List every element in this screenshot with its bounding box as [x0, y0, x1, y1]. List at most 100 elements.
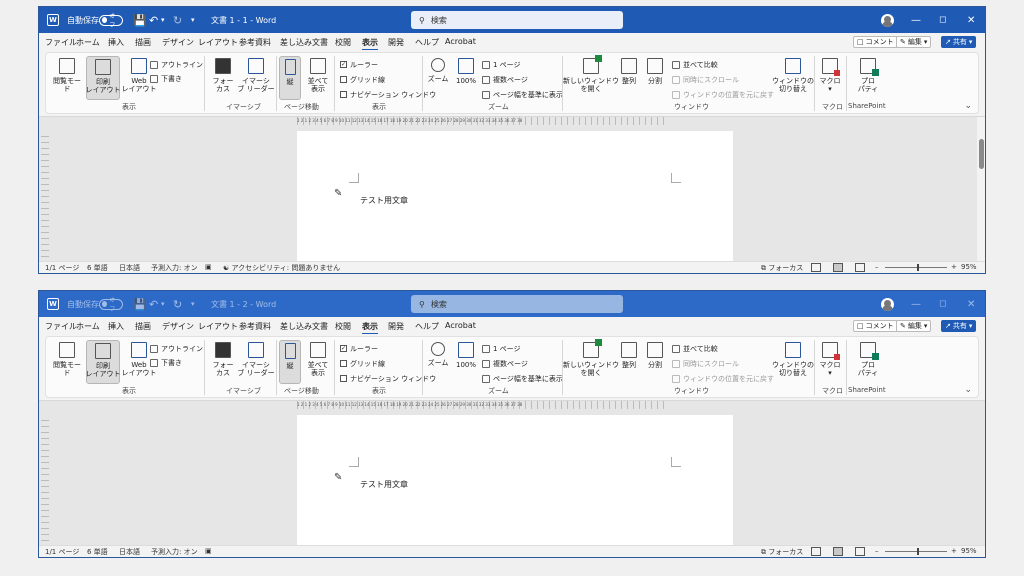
undo-icon[interactable]: ↶ [149, 7, 158, 33]
close-icon[interactable]: ✕ [967, 7, 975, 33]
zoom-100-button[interactable]: 100% [452, 340, 480, 384]
tab-file[interactable]: ファイル [45, 37, 77, 48]
word-count[interactable]: 6 単語 [87, 263, 108, 273]
save-icon[interactable]: 💾 [133, 291, 147, 317]
text-predictions-status[interactable]: 予測入力: オン [151, 547, 198, 557]
new-window-button[interactable]: 新しいウィンドウ を開く [563, 55, 619, 100]
tab-insert[interactable]: 挿入 [108, 321, 124, 332]
tab-home[interactable]: ホーム [76, 37, 100, 48]
synchronous-scrolling-button[interactable]: 同時にスクロール [672, 74, 739, 85]
draft-button[interactable]: 下書き [150, 357, 182, 368]
zoom-level[interactable]: 95% [961, 263, 977, 271]
macros-button[interactable]: マクロ ▾ [816, 56, 844, 100]
tab-view[interactable]: 表示 [362, 321, 378, 335]
account-avatar[interactable] [881, 7, 894, 33]
outline-button[interactable]: アウトライン [150, 343, 203, 354]
customize-qat-icon[interactable]: ▾ [191, 7, 195, 33]
zoom-in-button[interactable]: + [951, 263, 957, 271]
read-mode-button[interactable]: 閲覧モード [50, 56, 84, 100]
tab-draw[interactable]: 描画 [135, 37, 151, 48]
print-layout-button[interactable]: 印刷 レイアウト [86, 340, 121, 384]
vertical-scrollbar[interactable] [977, 117, 985, 269]
print-layout-view-button[interactable] [833, 263, 843, 272]
vertical-ruler[interactable] [41, 415, 49, 553]
switch-windows-button[interactable]: ウィンドウの 切り替え [772, 56, 814, 100]
undo-icon[interactable]: ↶ [149, 291, 158, 317]
arrange-all-button[interactable]: 整列 [616, 56, 642, 100]
tab-draw[interactable]: 描画 [135, 321, 151, 332]
reset-window-position-button[interactable]: ウィンドウの位置を元に戻す [672, 373, 774, 384]
focus-button[interactable]: フォー カス [206, 340, 240, 384]
tab-layout[interactable]: レイアウト [198, 37, 238, 48]
zoom-out-button[interactable]: – [875, 263, 879, 271]
tab-layout[interactable]: レイアウト [198, 321, 238, 332]
scrollbar-thumb[interactable] [979, 139, 984, 169]
redo-icon[interactable]: ↻ [173, 291, 182, 317]
properties-button[interactable]: プロ パティ [852, 56, 884, 100]
ruler-checkbox[interactable]: ✓ ルーラー [340, 343, 378, 354]
outline-button[interactable]: アウトライン [150, 59, 203, 70]
comments-button[interactable]: □ コメント [853, 320, 898, 332]
split-button[interactable]: 分割 [642, 340, 668, 384]
undo-dropdown-icon[interactable]: ▾ [161, 7, 165, 33]
print-layout-button[interactable]: 印刷 レイアウト [86, 56, 121, 100]
comments-button[interactable]: □ コメント [853, 36, 898, 48]
macro-record-icon[interactable]: ▣ [205, 263, 212, 271]
tab-view[interactable]: 表示 [362, 37, 378, 51]
document-page[interactable]: ✎ テスト用文章 [297, 415, 733, 553]
print-layout-view-button[interactable] [833, 547, 843, 556]
draft-button[interactable]: 下書き [150, 73, 182, 84]
share-button[interactable]: ↗ 共有 ▾ [941, 36, 977, 48]
zoom-slider[interactable] [885, 264, 947, 271]
collapse-ribbon-icon[interactable]: ⌄ [964, 101, 972, 111]
page-count[interactable]: 1/1 ページ [45, 547, 79, 557]
word-count[interactable]: 6 単語 [87, 547, 108, 557]
properties-button[interactable]: プロ パティ [852, 340, 884, 384]
document-area[interactable]: 1 2 1 2 3 4 5 6 7 8 9 10 11 12 13 14 15 … [39, 117, 985, 269]
tab-design[interactable]: デザイン [162, 321, 194, 332]
word-app-icon[interactable]: W [47, 7, 59, 33]
zoom-out-button[interactable]: – [875, 547, 879, 555]
close-icon[interactable]: ✕ [967, 291, 975, 317]
read-mode-view-button[interactable] [811, 263, 821, 272]
tab-design[interactable]: デザイン [162, 37, 194, 48]
share-button[interactable]: ↗ 共有 ▾ [941, 320, 977, 332]
side-by-side-button[interactable]: 並べて 表示 [304, 56, 332, 100]
maximize-icon[interactable]: ◻ [939, 7, 946, 33]
autosave-toggle[interactable]: オフ [99, 291, 123, 317]
page-width-button[interactable]: ページ幅を基準に表示 [482, 89, 563, 100]
accessibility-status[interactable]: ☯ アクセシビリティ: 問題ありません [223, 263, 340, 273]
view-side-by-side-button[interactable]: 並べて比較 [672, 343, 718, 354]
synchronous-scrolling-button[interactable]: 同時にスクロール [672, 358, 739, 369]
document-text[interactable]: テスト用文章 [360, 479, 408, 490]
tab-references[interactable]: 参考資料 [239, 37, 271, 48]
tab-insert[interactable]: 挿入 [108, 37, 124, 48]
gridlines-checkbox[interactable]: グリッド線 [340, 358, 385, 369]
undo-dropdown-icon[interactable]: ▾ [161, 291, 165, 317]
collapse-ribbon-icon[interactable]: ⌄ [964, 385, 972, 395]
ruler-checkbox[interactable]: ✓ ルーラー [340, 59, 378, 70]
zoom-in-button[interactable]: + [951, 547, 957, 555]
tab-help[interactable]: ヘルプ [415, 321, 439, 332]
tab-home[interactable]: ホーム [76, 321, 100, 332]
maximize-icon[interactable]: ◻ [939, 291, 946, 317]
immersive-reader-button[interactable]: イマーシ ブ リーダー [236, 340, 276, 384]
tab-acrobat[interactable]: Acrobat [445, 321, 476, 330]
redo-icon[interactable]: ↻ [173, 7, 182, 33]
minimize-icon[interactable]: — [911, 291, 921, 317]
immersive-reader-button[interactable]: イマーシ ブ リーダー [236, 56, 276, 100]
save-icon[interactable]: 💾 [133, 7, 147, 33]
side-by-side-button[interactable]: 並べて 表示 [304, 340, 332, 384]
new-window-button[interactable]: 新しいウィンドウ を開く [563, 339, 619, 384]
editing-mode-button[interactable]: ✎ 編集 ▾ [896, 36, 932, 48]
web-layout-view-button[interactable] [855, 547, 865, 556]
tab-references[interactable]: 参考資料 [239, 321, 271, 332]
focus-mode-button[interactable]: ⧉ フォーカス [761, 547, 803, 557]
zoom-100-button[interactable]: 100% [452, 56, 480, 100]
gridlines-checkbox[interactable]: グリッド線 [340, 74, 385, 85]
minimize-icon[interactable]: — [911, 7, 921, 33]
zoom-button[interactable]: ズーム [424, 340, 452, 384]
tab-review[interactable]: 校閲 [335, 37, 351, 48]
tab-file[interactable]: ファイル [45, 321, 77, 332]
view-side-by-side-button[interactable]: 並べて比較 [672, 59, 718, 70]
